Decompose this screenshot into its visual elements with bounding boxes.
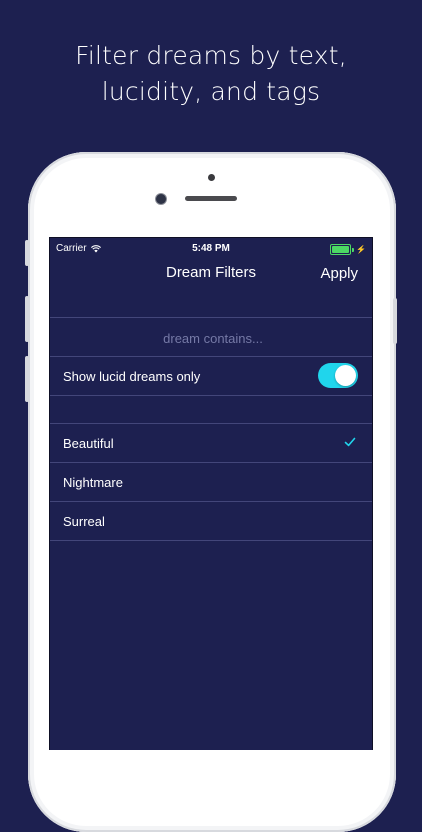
volume-up-button xyxy=(25,296,29,342)
volume-down-button xyxy=(25,356,29,402)
battery-tip xyxy=(352,247,355,252)
lucid-filter-label: Show lucid dreams only xyxy=(63,369,201,384)
apply-button[interactable]: Apply xyxy=(320,265,358,282)
headline-line-1: Filter dreams by text, xyxy=(75,41,347,70)
proximity-sensor xyxy=(208,174,215,181)
checkmark-icon xyxy=(344,437,356,447)
tag-label: Surreal xyxy=(63,514,105,529)
battery-icon: ⚡ xyxy=(330,244,366,255)
tag-row-surreal[interactable]: Surreal xyxy=(50,502,372,540)
tag-label: Beautiful xyxy=(63,436,114,451)
lucid-only-toggle[interactable] xyxy=(318,363,358,388)
front-camera xyxy=(156,194,166,204)
power-button xyxy=(393,298,397,344)
tag-row-beautiful[interactable]: Beautiful xyxy=(50,424,372,462)
dream-text-filter-input[interactable] xyxy=(50,318,372,358)
lucid-filter-row: Show lucid dreams only xyxy=(50,357,372,395)
battery-body xyxy=(330,244,352,255)
phone-screen: Carrier 5:48 PM ⚡ Dream Filters Apply Sh… xyxy=(49,237,373,750)
navigation-bar: Dream Filters Apply xyxy=(50,258,372,302)
toggle-knob xyxy=(335,365,356,386)
bolt-icon: ⚡ xyxy=(356,245,366,254)
tag-row-nightmare[interactable]: Nightmare xyxy=(50,463,372,501)
battery-fill xyxy=(332,246,350,253)
headline: Filter dreams by text, lucidity, and tag… xyxy=(0,38,422,110)
status-time: 5:48 PM xyxy=(192,243,230,254)
search-row xyxy=(50,318,372,358)
earpiece-speaker xyxy=(185,196,237,201)
separator xyxy=(50,540,372,541)
status-bar: Carrier 5:48 PM ⚡ xyxy=(50,238,372,258)
separator xyxy=(50,395,372,396)
tag-label: Nightmare xyxy=(63,475,123,490)
mute-switch xyxy=(25,240,29,266)
headline-line-2: lucidity, and tags xyxy=(101,77,321,106)
